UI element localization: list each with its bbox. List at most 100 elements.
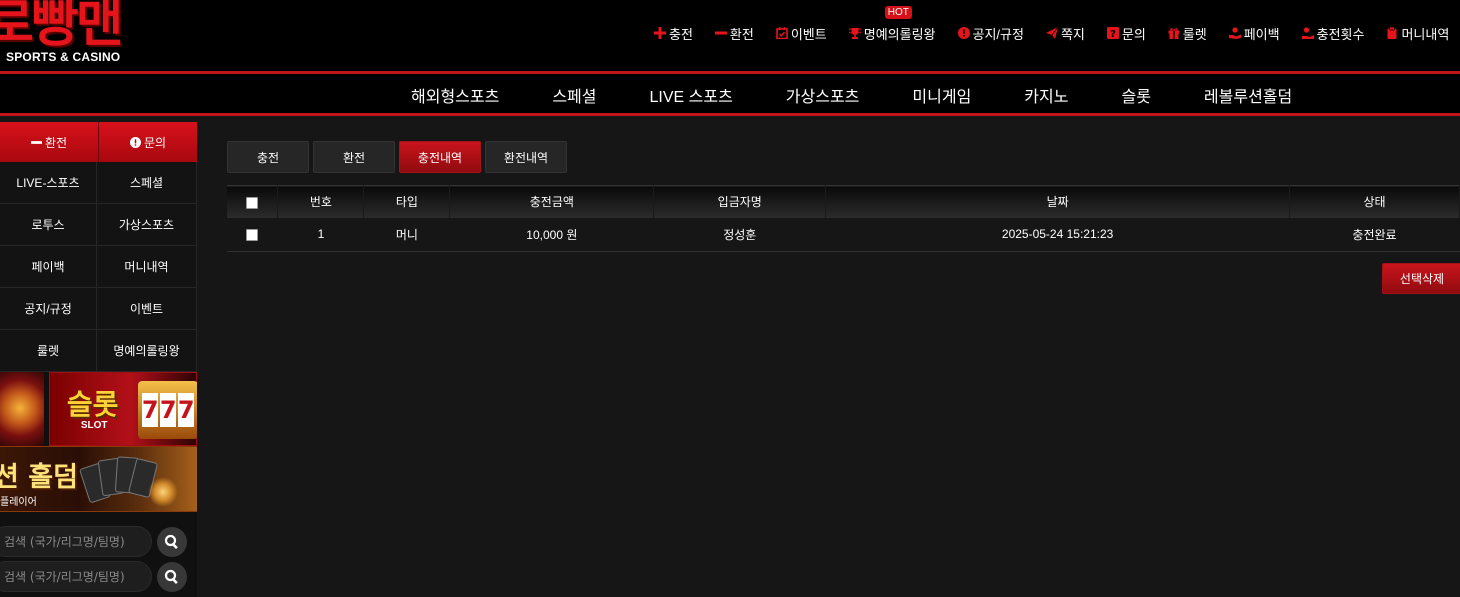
sidebar-inquiry-button[interactable]: 문의: [99, 122, 197, 162]
sidebar-item-live-sports[interactable]: LIVE-스포츠: [0, 162, 97, 204]
topmenu-deposit-count[interactable]: 충전횟수: [1301, 23, 1364, 43]
casino-roulette-banner[interactable]: [0, 372, 44, 446]
topmenu-label: 이벤트: [790, 26, 827, 42]
topmenu-label: 환전: [729, 26, 754, 42]
tab-withdraw-history[interactable]: 환전내역: [485, 141, 567, 173]
sidebar-item-ranking[interactable]: 명예의롤링왕: [97, 330, 197, 372]
sidebar: 환전 문의 LIVE-스포츠 스페셜 로투스 가상스포츠 페이백 머니내역 공지…: [0, 122, 197, 597]
topmenu-deposit[interactable]: 충전: [654, 23, 693, 43]
delete-selected-button[interactable]: 선택삭제: [1382, 263, 1460, 294]
cell-depositor: 정성훈: [653, 217, 826, 252]
exclamation-circle-icon: [957, 27, 970, 39]
sidebar-item-event[interactable]: 이벤트: [97, 288, 197, 330]
sidebar-top-buttons: 환전 문의: [0, 122, 197, 162]
topmenu-label: 문의: [1121, 26, 1146, 42]
holdem-banner-title: 션 홀덤: [0, 462, 78, 493]
hand-coin-icon: [1228, 27, 1241, 39]
search-button[interactable]: [157, 562, 187, 592]
calendar-check-icon: [776, 27, 788, 39]
select-all-checkbox[interactable]: [246, 196, 259, 209]
nav-slot[interactable]: 슬롯: [1121, 83, 1150, 107]
topmenu-label: 쪽지: [1060, 26, 1085, 42]
search-input[interactable]: [0, 526, 152, 557]
nav-casino[interactable]: 카지노: [1024, 83, 1068, 107]
row-checkbox[interactable]: [246, 229, 259, 242]
clipboard-icon: [1386, 27, 1398, 39]
site-logo[interactable]: 로빵맨 SPORTS & CASINO: [0, 0, 150, 66]
question-square-icon: ?: [1106, 27, 1119, 39]
user-hand-icon: [1301, 27, 1314, 39]
nav-minigame[interactable]: 미니게임: [912, 83, 971, 107]
sidebar-withdraw-button[interactable]: 환전: [0, 122, 99, 162]
nav-virtual-sports[interactable]: 가상스포츠: [786, 83, 860, 107]
topmenu-roulette[interactable]: 룰렛: [1168, 23, 1207, 43]
cell-amount: 10,000 원: [449, 217, 654, 252]
column-header: 타입: [363, 185, 451, 218]
sidebar-item-roulette[interactable]: 룰렛: [0, 330, 97, 372]
slot-banner-subtitle: SLOT: [80, 420, 108, 431]
nav-revolution-holdem[interactable]: 레볼루션홀덤: [1204, 83, 1292, 107]
tab-bar: 충전 환전 충전내역 환전내역: [227, 141, 571, 173]
nav-overseas-sports[interactable]: 해외형스포츠: [411, 83, 499, 107]
search-icon: [164, 569, 178, 585]
cell-status: 충전완료: [1289, 217, 1460, 252]
cell-date: 2025-05-24 15:21:23: [825, 217, 1290, 252]
slot-machine-icon: 777: [137, 381, 197, 439]
slot-banner[interactable]: 슬롯 SLOT 777: [48, 372, 197, 446]
table-row: 1 머니 10,000 원 정성훈 2025-05-24 15:21:23 충전…: [227, 217, 1460, 252]
main-content: 충전 환전 충전내역 환전내역 번호 타입 충전금액 입금자명 날짜 상태 1 …: [207, 122, 1460, 597]
topmenu-label: 페이백: [1243, 26, 1280, 42]
minus-icon: [30, 140, 42, 144]
topmenu-label: 공지/규정: [972, 26, 1024, 42]
topmenu-withdraw[interactable]: 환전: [714, 23, 754, 43]
nav-live-sports[interactable]: LIVE 스포츠: [650, 83, 733, 107]
sidebar-item-payback[interactable]: 페이백: [0, 246, 97, 288]
minus-icon: [714, 27, 727, 39]
topmenu-notice[interactable]: 공지/규정: [957, 23, 1024, 43]
exclamation-circle-icon: [129, 136, 141, 148]
top-menu: 충전 환전 이벤트 HOT 명예의롤링왕 공지/규정 쪽지 ? 문의 룰렛 페이…: [654, 6, 1460, 43]
sidebar-item-virtual-sports[interactable]: 가상스포츠: [97, 204, 197, 246]
column-header: 충전금액: [449, 185, 655, 218]
trophy-icon: [848, 27, 861, 39]
topmenu-money-history[interactable]: 머니내역: [1386, 23, 1449, 43]
topmenu-event[interactable]: 이벤트: [776, 23, 827, 43]
heart-glow-icon: [148, 477, 178, 507]
hot-badge: HOT: [884, 6, 912, 19]
search-row-1: [0, 526, 197, 558]
topmenu-ranking[interactable]: HOT 명예의롤링왕: [848, 6, 936, 43]
main-nav: 해외형스포츠 스페셜 LIVE 스포츠 가상스포츠 미니게임 카지노 슬롯 레볼…: [0, 74, 1460, 113]
topmenu-label: 충전: [669, 26, 693, 42]
tab-deposit-history[interactable]: 충전내역: [399, 141, 481, 173]
holdem-banner[interactable]: 션 홀덤 플레이어: [0, 446, 197, 512]
nav-divider: [0, 113, 1460, 116]
sidebar-item-special[interactable]: 스페셜: [97, 162, 197, 204]
nav-special[interactable]: 스페셜: [552, 83, 596, 107]
topmenu-label: 머니내역: [1401, 26, 1450, 42]
logo-text: 로빵맨: [0, 0, 124, 54]
holdem-banner-subtitle: 플레이어: [0, 497, 37, 508]
sidebar-item-notice[interactable]: 공지/규정: [0, 288, 97, 330]
search-row-2: [0, 561, 197, 593]
topmenu-label: 명예의롤링왕: [863, 26, 936, 42]
paper-plane-icon: [1045, 27, 1058, 39]
select-all-cell: [227, 185, 279, 218]
sidebar-item-lotus[interactable]: 로투스: [0, 204, 97, 246]
site-header: 로빵맨 SPORTS & CASINO 충전 환전 이벤트 HOT 명예의롤링왕…: [0, 0, 1460, 71]
gift-icon: [1168, 27, 1180, 39]
topmenu-inquiry[interactable]: ? 문의: [1106, 23, 1146, 43]
topmenu-message[interactable]: 쪽지: [1045, 23, 1085, 43]
sidebar-button-label: 문의: [143, 135, 167, 150]
column-header: 상태: [1289, 185, 1460, 218]
search-button[interactable]: [157, 527, 187, 557]
playing-cards-icon: [78, 451, 159, 507]
plus-icon: [654, 27, 666, 39]
search-icon: [164, 534, 178, 550]
deposit-history-table: 번호 타입 충전금액 입금자명 날짜 상태 1 머니 10,000 원 정성훈 …: [227, 185, 1460, 252]
search-input[interactable]: [0, 561, 152, 592]
sidebar-button-label: 환전: [44, 135, 68, 150]
tab-withdraw[interactable]: 환전: [313, 141, 395, 173]
tab-deposit[interactable]: 충전: [227, 141, 309, 173]
sidebar-item-money-history[interactable]: 머니내역: [97, 246, 197, 288]
topmenu-payback[interactable]: 페이백: [1228, 23, 1280, 43]
